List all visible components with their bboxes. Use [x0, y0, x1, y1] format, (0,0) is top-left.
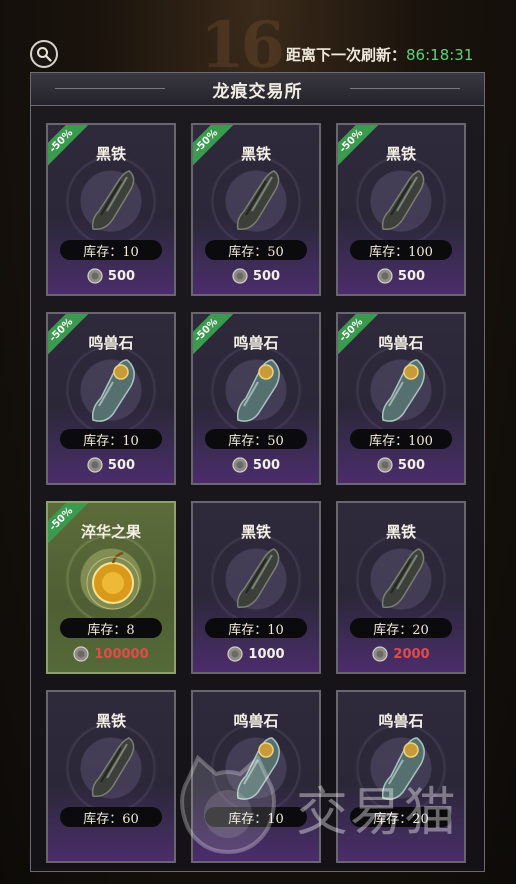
black-iron-icon: [236, 170, 280, 231]
beast-stone-icon: [236, 359, 280, 422]
black-iron-icon: [236, 548, 280, 609]
item-price-value: 500: [107, 268, 136, 284]
panel-title: 龙痕交易所: [212, 81, 303, 102]
item-stock: 库存：10: [60, 240, 162, 260]
item-price: 500: [193, 268, 319, 284]
shop-item-card[interactable]: -50% 鸣兽石 库存：10 500: [46, 312, 176, 485]
search-button[interactable]: [30, 40, 58, 68]
item-name: 鸣兽石: [233, 712, 279, 730]
shop-item-card[interactable]: -50% 鸣兽石 库存：50 500: [191, 312, 321, 485]
shop-item-card[interactable]: 黑铁库存：20 2000: [336, 501, 466, 674]
item-stock: 库存：10: [205, 807, 307, 827]
black-iron-icon: [381, 170, 425, 231]
item-price: 2000: [338, 646, 464, 662]
panel-header: 龙痕交易所: [31, 73, 484, 106]
item-price-value: 1000: [248, 646, 285, 662]
item-stock: 库存：100: [350, 240, 452, 260]
item-name: 鸣兽石: [378, 712, 424, 730]
item-stock: 库存：10: [205, 618, 307, 638]
beast-stone-icon: [381, 737, 425, 800]
coin-icon: [87, 457, 103, 473]
coin-icon: [372, 646, 389, 662]
item-name: 黑铁: [95, 145, 126, 163]
item-stock: 库存：10: [60, 429, 162, 449]
item-price: 500: [338, 457, 464, 473]
item-stock: 库存：100: [350, 429, 452, 449]
item-price-value: 500: [107, 457, 136, 473]
shop-panel: 龙痕交易所 -50% 黑铁 库存：10 500 -50% 黑铁 库存：50 500 -50% 黑铁…: [30, 72, 485, 872]
refresh-countdown: 距离下一次刷新：86:18:31: [286, 44, 473, 65]
black-iron-icon: [381, 548, 425, 609]
black-iron-icon: [91, 737, 135, 798]
item-name: 黑铁: [240, 145, 271, 163]
item-price-value: 500: [397, 457, 426, 473]
item-price-value: 2000: [393, 646, 430, 662]
item-name: 鸣兽石: [378, 334, 424, 352]
item-price: 100000: [48, 646, 174, 662]
coin-icon: [232, 457, 248, 473]
item-name: 黑铁: [95, 712, 126, 730]
item-stock: 库存：20: [350, 618, 452, 638]
shop-item-card[interactable]: -50% 鸣兽石 库存：100 500: [336, 312, 466, 485]
quench-fruit-icon: [86, 551, 140, 610]
item-price: 500: [338, 268, 464, 284]
shop-item-card[interactable]: 黑铁库存：60: [46, 690, 176, 863]
item-stock: 库存：20: [350, 807, 452, 827]
shop-item-card[interactable]: 鸣兽石库存：10: [191, 690, 321, 863]
item-name: 鸣兽石: [233, 334, 279, 352]
item-stock: 库存：50: [205, 429, 307, 449]
shop-item-card[interactable]: -50% 黑铁 库存：50 500: [191, 123, 321, 296]
coin-icon: [377, 268, 393, 284]
item-price: 1000: [193, 646, 319, 662]
item-price: 500: [193, 457, 319, 473]
coin-icon: [87, 268, 103, 284]
shop-item-card[interactable]: 鸣兽石库存：20: [336, 690, 466, 863]
beast-stone-icon: [381, 359, 425, 422]
item-stock: 库存：8: [60, 618, 162, 638]
coin-icon: [377, 457, 393, 473]
refresh-timer: 86:18:31: [406, 46, 474, 64]
shop-item-card[interactable]: -50% 黑铁 库存：10 500: [46, 123, 176, 296]
beast-stone-icon: [91, 359, 135, 422]
coin-icon: [73, 646, 89, 662]
beast-stone-icon: [236, 737, 280, 800]
item-price: 500: [48, 268, 174, 284]
coin-icon: [227, 646, 244, 662]
refresh-label: 距离下一次刷新：: [286, 46, 407, 64]
shop-item-card[interactable]: -50% 淬华之果 库存：8 100000: [46, 501, 176, 674]
item-stock: 库存：50: [205, 240, 307, 260]
item-price-value: 500: [252, 268, 281, 284]
item-grid: -50% 黑铁 库存：10 500 -50% 黑铁 库存：50 500 -50% 黑铁 库存：100…: [46, 123, 466, 863]
item-name: 黑铁: [385, 145, 416, 163]
coin-icon: [232, 268, 248, 284]
item-name: 黑铁: [385, 523, 416, 541]
item-price: 500: [48, 457, 174, 473]
search-icon: [37, 47, 52, 62]
black-iron-icon: [91, 170, 135, 231]
item-price-value: 100000: [94, 646, 149, 662]
shop-item-card[interactable]: -50% 黑铁 库存：100 500: [336, 123, 466, 296]
item-stock: 库存：60: [60, 807, 162, 827]
item-price-value: 500: [252, 457, 281, 473]
item-name: 淬华之果: [80, 523, 141, 541]
shop-item-card[interactable]: 黑铁库存：10 1000: [191, 501, 321, 674]
item-name: 黑铁: [240, 523, 271, 541]
item-price-value: 500: [397, 268, 426, 284]
item-name: 鸣兽石: [88, 334, 134, 352]
